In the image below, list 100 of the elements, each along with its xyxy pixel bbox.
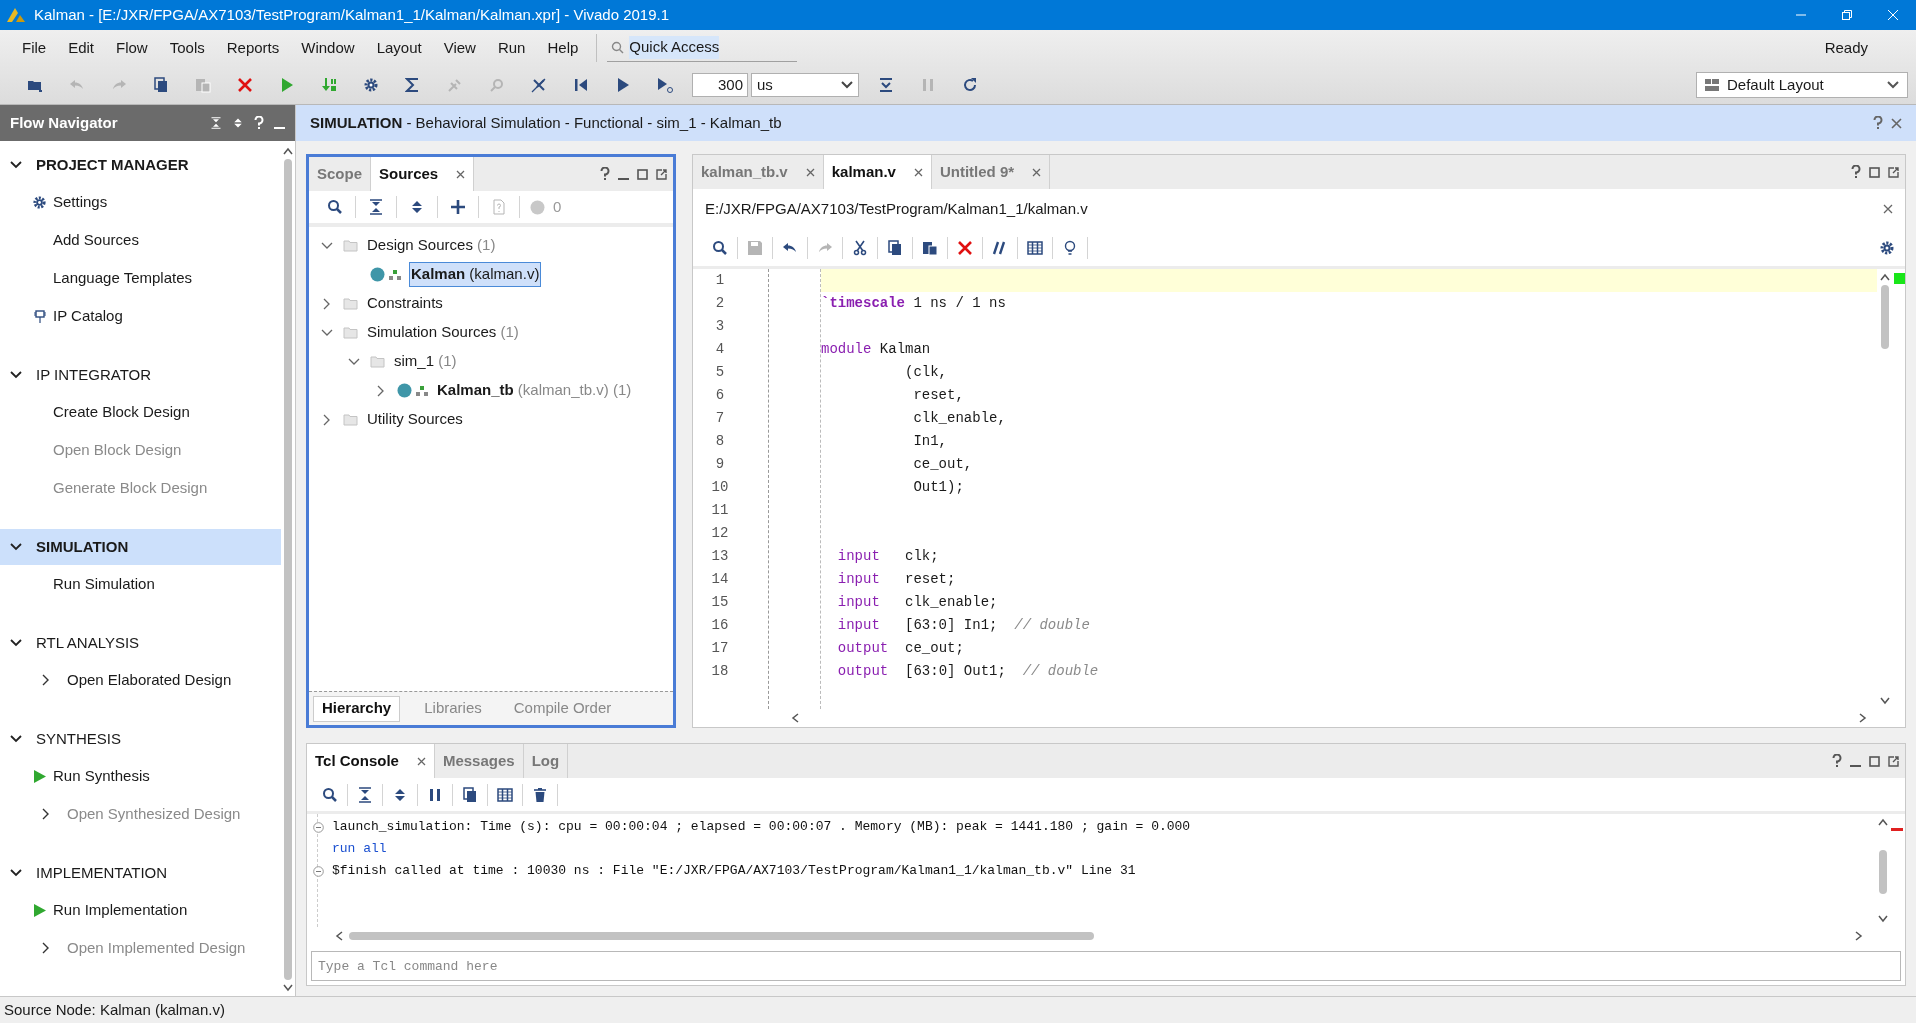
nav-section-header[interactable]: RTL ANALYSIS — [0, 625, 281, 661]
chevron-right-icon[interactable] — [377, 384, 385, 397]
tcl-command-field[interactable]: Type a Tcl command here — [311, 951, 1901, 981]
tree-item[interactable]: sim_1 (1) — [393, 350, 458, 373]
search-icon[interactable] — [322, 786, 338, 803]
sigma-icon[interactable] — [405, 77, 421, 93]
scroll-thumb[interactable] — [1879, 850, 1887, 894]
tree-item[interactable]: Simulation Sources (1) — [366, 321, 520, 344]
copy-icon[interactable] — [153, 77, 169, 93]
collapse-all-icon[interactable] — [368, 199, 384, 215]
float-icon[interactable] — [1888, 755, 1899, 767]
tab[interactable]: Untitled 9* — [931, 155, 1051, 189]
nav-item[interactable]: Settings — [53, 190, 108, 214]
chevron-down-icon[interactable] — [10, 869, 22, 877]
crossed-tool-icon[interactable] — [531, 77, 547, 93]
maximize-icon[interactable] — [637, 168, 648, 180]
menu-item[interactable]: Flow — [108, 36, 156, 60]
tab[interactable]: Log — [523, 744, 569, 778]
menu-item[interactable]: Edit — [60, 36, 103, 60]
menu-item[interactable]: Window — [293, 36, 363, 60]
nav-item[interactable]: Add Sources — [53, 228, 139, 252]
close-icon[interactable] — [456, 169, 466, 179]
nav-section-header[interactable]: IP INTEGRATOR — [0, 357, 281, 393]
chevron-down-icon[interactable] — [10, 543, 22, 551]
scroll-thumb[interactable] — [284, 159, 292, 980]
menu-item[interactable]: View — [435, 36, 484, 60]
scroll-down-icon[interactable] — [1878, 915, 1888, 923]
menu-item[interactable]: Run — [489, 36, 534, 60]
expand-all-icon[interactable] — [232, 117, 244, 129]
tab[interactable]: Tcl Console — [307, 744, 435, 778]
pause-icon[interactable] — [427, 786, 443, 803]
help-icon[interactable] — [1873, 116, 1883, 130]
chevron-down-icon[interactable] — [10, 735, 22, 743]
chevron-down-icon[interactable] — [10, 371, 22, 379]
search-icon[interactable] — [712, 239, 728, 256]
close-icon[interactable] — [913, 167, 923, 177]
collapse-all-icon[interactable] — [357, 786, 373, 803]
search-icon[interactable] — [327, 199, 343, 215]
play-icon[interactable] — [615, 77, 631, 93]
tab[interactable]: kalman.v — [823, 155, 932, 189]
tree-item[interactable]: Utility Sources — [366, 408, 464, 431]
nav-section-header[interactable]: SIMULATION — [0, 529, 281, 565]
tree-item[interactable]: Kalman (kalman.v) — [409, 262, 542, 287]
maximize-icon[interactable] — [1869, 755, 1880, 767]
menu-item[interactable]: Reports — [218, 36, 288, 60]
nav-item[interactable]: IP Catalog — [53, 304, 123, 328]
chevron-right-icon[interactable] — [41, 674, 50, 686]
nav-item[interactable]: Language Templates — [53, 266, 192, 290]
float-icon[interactable] — [656, 168, 667, 180]
help-icon[interactable] — [254, 116, 264, 130]
copy-icon[interactable] — [462, 786, 478, 803]
close-icon[interactable] — [1883, 204, 1893, 214]
skip-back-icon[interactable] — [573, 77, 589, 93]
scroll-down-icon[interactable] — [1880, 697, 1890, 705]
scroll-left-icon[interactable] — [791, 713, 799, 723]
settings-icon[interactable] — [1879, 239, 1895, 256]
scroll-thumb[interactable] — [1881, 285, 1889, 349]
help-icon[interactable] — [1832, 754, 1842, 768]
scroll-up-icon[interactable] — [1880, 273, 1890, 281]
help-icon[interactable] — [1851, 165, 1861, 179]
float-icon[interactable] — [1888, 166, 1899, 178]
tab[interactable]: kalman_tb.v — [693, 155, 824, 189]
nav-section-header[interactable]: SYNTHESIS — [0, 721, 281, 757]
close-icon[interactable] — [1891, 117, 1902, 129]
nav-item[interactable]: Create Block Design — [53, 400, 190, 424]
paste-icon[interactable] — [922, 239, 938, 256]
settings-icon[interactable] — [32, 194, 47, 210]
nav-item[interactable]: Open Elaborated Design — [67, 668, 232, 692]
menu-item[interactable]: File — [14, 36, 55, 60]
scroll-up-icon[interactable] — [283, 147, 293, 155]
fold-icon[interactable] — [313, 821, 324, 833]
run-time-field[interactable]: 300 — [692, 73, 748, 97]
close-icon[interactable] — [1032, 167, 1042, 177]
nav-item[interactable]: Run Implementation — [53, 898, 188, 922]
chevron-right-icon[interactable] — [323, 297, 331, 310]
scroll-right-icon[interactable] — [1859, 713, 1867, 723]
double-slash-icon[interactable] — [992, 239, 1008, 256]
copy-icon[interactable] — [887, 239, 903, 256]
chevron-down-icon[interactable] — [10, 639, 22, 647]
tree-item[interactable]: Kalman_tb (kalman_tb.v) (1) — [436, 379, 633, 402]
chevron-right-icon[interactable] — [41, 808, 50, 820]
nav-section-header[interactable]: IMPLEMENTATION — [0, 855, 281, 891]
step-icon[interactable] — [878, 77, 894, 93]
help-icon[interactable] — [600, 167, 610, 181]
lightbulb-icon[interactable] — [1062, 239, 1078, 256]
chevron-down-icon[interactable] — [10, 161, 22, 169]
tree-item[interactable]: Constraints — [366, 292, 444, 315]
close-icon[interactable] — [805, 167, 815, 177]
nav-item[interactable]: Run Simulation — [53, 572, 155, 596]
layout-select[interactable]: Default Layout — [1696, 72, 1908, 98]
delete-icon[interactable] — [957, 239, 973, 256]
scroll-thumb[interactable] — [349, 932, 1094, 940]
maximize-icon[interactable] — [1869, 166, 1880, 178]
refresh-icon[interactable] — [962, 77, 978, 93]
play-time-icon[interactable] — [657, 77, 673, 93]
menu-item[interactable]: Tools — [161, 36, 213, 60]
tab[interactable]: Hierarchy — [313, 695, 401, 722]
delete-icon[interactable] — [237, 77, 253, 93]
quick-access-field[interactable]: Quick Access — [607, 34, 798, 62]
tab[interactable]: Messages — [434, 744, 524, 778]
